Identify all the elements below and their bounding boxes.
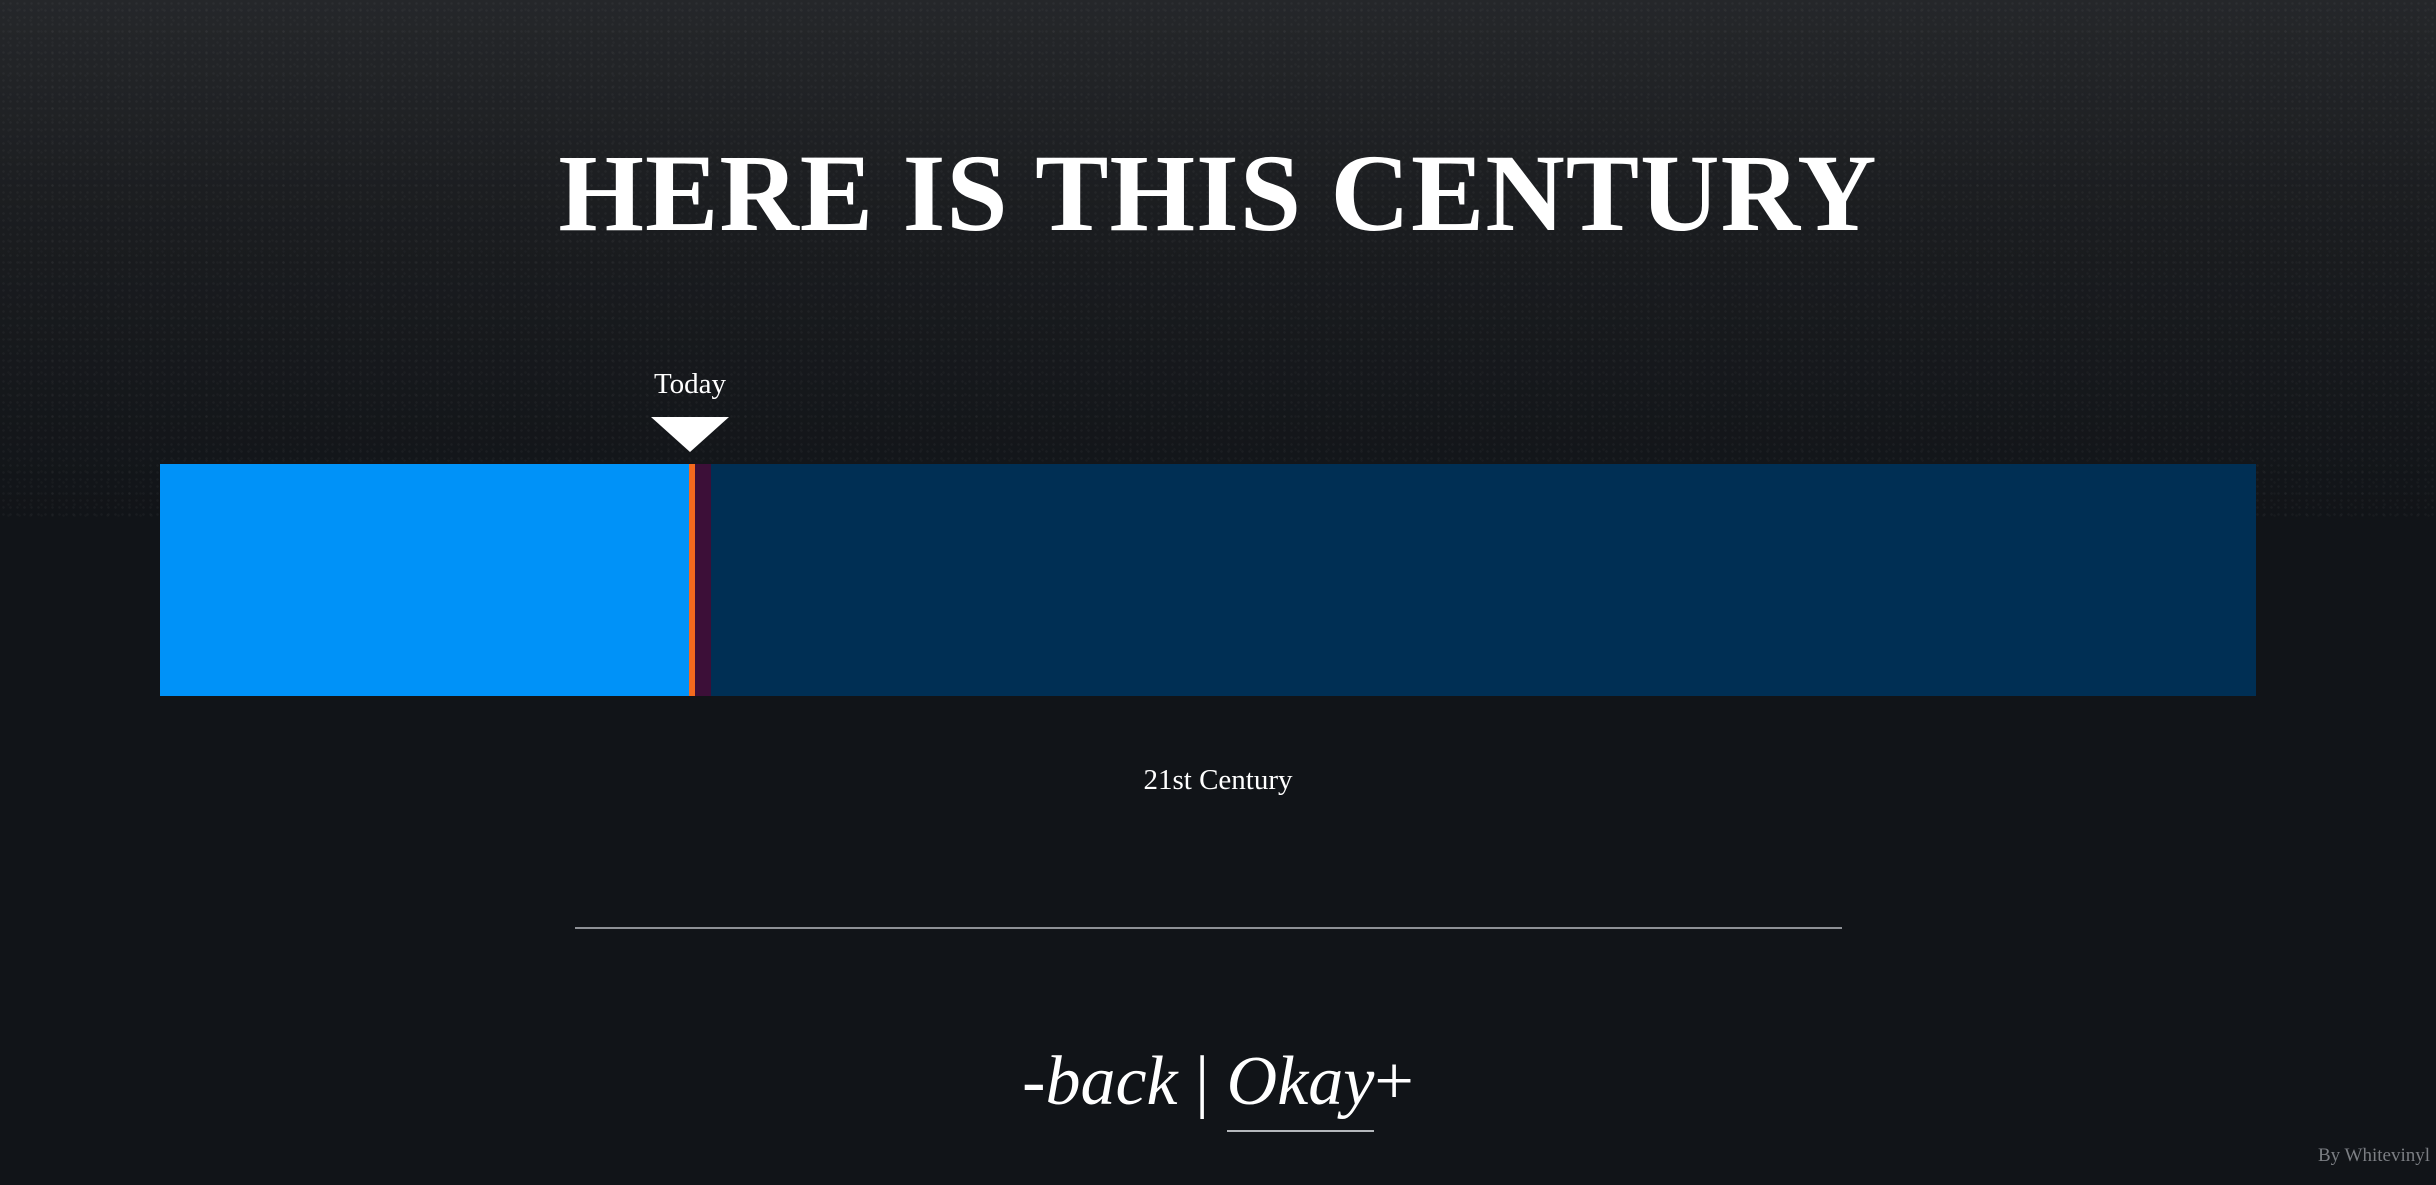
nav-separator: |: [1195, 1043, 1210, 1120]
today-marker-line: [689, 464, 695, 696]
today-label: Today: [653, 368, 727, 400]
century-elapsed-fill: [160, 464, 692, 696]
today-marker-arrow-icon: [651, 417, 729, 452]
background-texture: [0, 0, 2436, 520]
okay-link[interactable]: Okay: [1226, 1040, 1375, 1132]
today-marker-shadow: [695, 464, 711, 696]
page-title: HERE IS THIS CENTURY: [558, 132, 1878, 254]
back-prefix: -: [1022, 1043, 1046, 1120]
back-link[interactable]: back: [1045, 1040, 1177, 1124]
divider: [575, 927, 1842, 929]
author-credit[interactable]: By Whitevinyl: [2318, 1145, 2430, 1167]
century-label: 21st Century: [1143, 764, 1293, 796]
navigation: - back | Okay +: [0, 1040, 2436, 1132]
plus-suffix[interactable]: +: [1374, 1040, 1413, 1124]
century-progress-bar: [160, 464, 2256, 696]
